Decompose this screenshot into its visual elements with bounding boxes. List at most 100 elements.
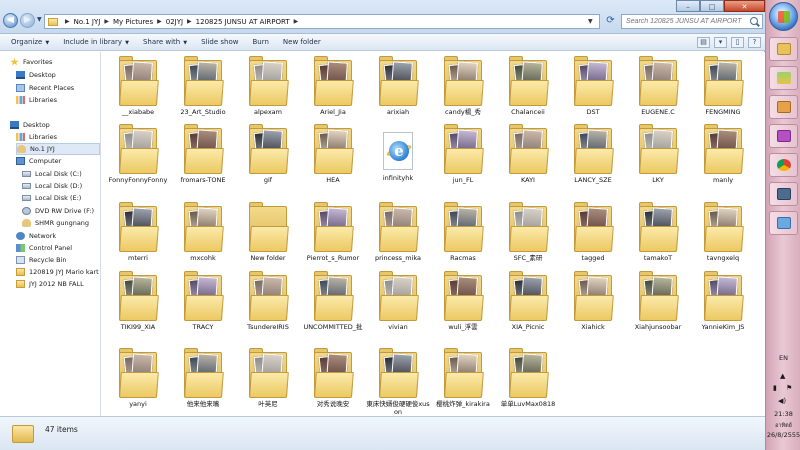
folder-item[interactable]: LANCY_SZE bbox=[561, 124, 625, 184]
address-history-dropdown[interactable]: ▼ bbox=[588, 14, 593, 29]
folder-item[interactable]: 樱桃炸弹_kirakira bbox=[431, 348, 495, 408]
language-indicator[interactable]: EN bbox=[766, 354, 800, 362]
folder-item[interactable]: EUGENE.C bbox=[626, 56, 690, 116]
folder-item[interactable]: New folder bbox=[236, 202, 300, 262]
taskbar-button-paint[interactable] bbox=[769, 211, 798, 235]
folder-item[interactable]: e infinityhk bbox=[366, 124, 430, 182]
share-with-menu[interactable]: Share with ▼ bbox=[136, 38, 194, 46]
folder-item[interactable]: candy楊_秀 bbox=[431, 56, 495, 116]
nav-drive-c[interactable]: Local Disk (C:) bbox=[22, 168, 100, 180]
clock-day[interactable]: อาทิตย์ bbox=[766, 422, 800, 430]
nav-libraries-favorite[interactable]: Libraries bbox=[16, 94, 100, 106]
breadcrumb-no1jyj[interactable]: No.1 JYJ bbox=[74, 18, 101, 26]
forward-button[interactable]: ▶ bbox=[20, 13, 35, 28]
nav-desktop-favorite[interactable]: Desktop bbox=[16, 69, 100, 81]
start-button[interactable] bbox=[769, 2, 798, 31]
close-button[interactable]: ✕ bbox=[724, 0, 765, 12]
folder-item[interactable]: tavngxelq bbox=[691, 202, 755, 262]
nav-desktop[interactable]: Desktop bbox=[10, 119, 100, 131]
address-bar[interactable]: ▶ No.1 JYJ ▶ My Pictures ▶ 02JYJ ▶ 12082… bbox=[44, 14, 600, 29]
chevron-right-icon[interactable]: ▶ bbox=[294, 18, 299, 25]
folder-item[interactable]: DST bbox=[561, 56, 625, 116]
preview-pane-button[interactable]: ▯ bbox=[731, 37, 744, 48]
volume-icon[interactable]: ◀) bbox=[778, 397, 786, 405]
maximize-button[interactable]: □ bbox=[700, 0, 724, 12]
nav-recycle-bin[interactable]: Recycle Bin bbox=[16, 254, 100, 266]
view-options-dropdown[interactable]: ▾ bbox=[714, 37, 727, 48]
folder-item[interactable]: gif bbox=[236, 124, 300, 184]
folder-item[interactable]: KAYI bbox=[496, 124, 560, 184]
nav-libraries[interactable]: Libraries bbox=[16, 131, 100, 143]
breadcrumb-current-folder[interactable]: 120825 JUNSU AT AIRPORT bbox=[196, 18, 290, 26]
burn-button[interactable]: Burn bbox=[245, 38, 275, 46]
folder-item[interactable]: HEA bbox=[301, 124, 365, 184]
folder-item[interactable]: TRACY bbox=[171, 271, 235, 331]
folder-item[interactable]: 对秀说晚安 bbox=[301, 348, 365, 408]
folder-item[interactable]: 他来他来嘴 bbox=[171, 348, 235, 408]
taskbar-button-player[interactable] bbox=[769, 95, 798, 119]
taskbar-button-media[interactable] bbox=[769, 124, 798, 148]
folder-item[interactable]: 23_Art_Studio bbox=[171, 56, 235, 116]
nav-dvd-drive[interactable]: DVD RW Drive (F:) bbox=[22, 205, 100, 217]
folder-item[interactable]: arixiah bbox=[366, 56, 430, 116]
folder-item[interactable]: 叶英尼 bbox=[236, 348, 300, 408]
folder-item[interactable]: tamakoT bbox=[626, 202, 690, 262]
nav-folder-mario-kart[interactable]: 120819 JYJ Mario kart bbox=[16, 266, 100, 278]
folder-item[interactable]: mterri bbox=[106, 202, 170, 262]
folder-item[interactable]: mxcohk bbox=[171, 202, 235, 262]
folder-item[interactable]: YannieKim_JS bbox=[691, 271, 755, 331]
folder-item[interactable]: Racmas bbox=[431, 202, 495, 262]
folder-item[interactable]: 東床快婿俊硬硬俊xuson bbox=[366, 348, 430, 416]
show-hidden-icons-icon[interactable]: ▲ bbox=[780, 372, 785, 380]
chevron-right-icon[interactable]: ▶ bbox=[65, 18, 70, 25]
taskbar-button-explorer[interactable] bbox=[769, 37, 798, 61]
nav-control-panel[interactable]: Control Panel bbox=[16, 242, 100, 254]
clock-time[interactable]: 21:38 bbox=[766, 410, 800, 418]
breadcrumb-02jyj[interactable]: 02JYJ bbox=[166, 18, 183, 26]
folder-item[interactable]: 单单LuvMax0818 bbox=[496, 348, 560, 408]
nav-favorites[interactable]: Favorites bbox=[10, 56, 100, 68]
folder-item[interactable]: jun_FL bbox=[431, 124, 495, 184]
folder-item[interactable]: FonnyFonnyFonny bbox=[106, 124, 170, 184]
search-input[interactable] bbox=[621, 14, 763, 29]
folder-item[interactable]: Xiahjunsoobar bbox=[626, 271, 690, 331]
nav-shmr[interactable]: SHMR gungnang bbox=[22, 217, 100, 229]
folder-item[interactable]: XIA_Picnic bbox=[496, 271, 560, 331]
folder-item[interactable]: fromars-TONE bbox=[171, 124, 235, 184]
network-tray-icon[interactable]: ▮ bbox=[773, 384, 777, 392]
folder-item[interactable]: Pierrot_s_Rumor bbox=[301, 202, 365, 262]
help-button[interactable]: ? bbox=[748, 37, 761, 48]
folder-item[interactable]: Chalanceii bbox=[496, 56, 560, 116]
folder-item[interactable]: manly bbox=[691, 124, 755, 184]
chevron-right-icon[interactable]: ▶ bbox=[104, 18, 109, 25]
nav-drive-e[interactable]: Local Disk (E:) bbox=[22, 192, 100, 204]
change-view-button[interactable]: ▤ bbox=[697, 37, 710, 48]
chevron-right-icon[interactable]: ▶ bbox=[157, 18, 162, 25]
folder-item[interactable]: FENGMING bbox=[691, 56, 755, 116]
folder-item[interactable]: __xiababe bbox=[106, 56, 170, 116]
folder-item[interactable]: wuli_浮雲 bbox=[431, 271, 495, 331]
nav-network[interactable]: Network bbox=[16, 230, 100, 242]
folder-item[interactable]: Xiahick bbox=[561, 271, 625, 331]
minimize-button[interactable]: – bbox=[676, 0, 700, 12]
search-icon[interactable] bbox=[750, 17, 758, 25]
nav-folder-nb-fall[interactable]: JYJ 2012 NB FALL bbox=[16, 278, 100, 290]
folder-item[interactable]: SFC_素研 bbox=[496, 202, 560, 262]
folder-item[interactable]: UNCOMMITTED_批 bbox=[301, 271, 365, 331]
folder-item[interactable]: vivian bbox=[366, 271, 430, 331]
nav-computer[interactable]: Computer bbox=[16, 155, 100, 167]
nav-user-folder[interactable]: No.1 JYJ bbox=[16, 143, 100, 155]
taskbar-button-window[interactable] bbox=[769, 182, 798, 206]
recent-pages-dropdown[interactable]: ▼ bbox=[37, 16, 42, 23]
folder-item[interactable]: TsundereIRIS bbox=[236, 271, 300, 331]
folder-item[interactable]: LKY bbox=[626, 124, 690, 184]
folder-item[interactable]: alpexam bbox=[236, 56, 300, 116]
folder-item[interactable]: TIKI99_XIA bbox=[106, 271, 170, 331]
slide-show-button[interactable]: Slide show bbox=[194, 38, 245, 46]
taskbar-button-library[interactable] bbox=[769, 66, 798, 90]
back-button[interactable]: ◀ bbox=[3, 13, 18, 28]
folder-item[interactable]: princess_mika bbox=[366, 202, 430, 262]
nav-drive-d[interactable]: Local Disk (D:) bbox=[22, 180, 100, 192]
folder-item[interactable]: tagged bbox=[561, 202, 625, 262]
breadcrumb-my-pictures[interactable]: My Pictures bbox=[113, 18, 153, 26]
